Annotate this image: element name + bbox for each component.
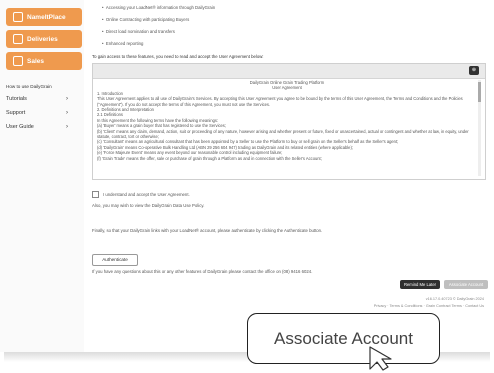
- tag-icon: [13, 12, 23, 22]
- feature-bullet: • Online Contracting with participating …: [102, 17, 190, 22]
- sidebar-link-support[interactable]: Support ›: [6, 110, 76, 116]
- sidebar-link-tutorials[interactable]: Tutorials ›: [6, 96, 76, 102]
- link-label: Tutorials: [6, 96, 27, 102]
- sidebar-card-nameitplace[interactable]: NameItPlace: [6, 8, 82, 26]
- scrollbar-thumb[interactable]: [478, 82, 481, 102]
- accept-label: I understand and accept the User Agreeme…: [103, 192, 190, 197]
- panel-toolbar: ⊕: [93, 64, 485, 79]
- chevron-right-icon: ›: [66, 96, 68, 102]
- footer-version: v16.17.0.40723 © DailyGrain 2024: [425, 297, 484, 301]
- chevron-right-icon: ›: [66, 124, 68, 130]
- sidebar-link-user-guide[interactable]: User Guide ›: [6, 124, 76, 130]
- feature-bullet: • Enhanced reporting: [102, 41, 144, 46]
- agreement-line: This User Agreement applies to all use o…: [97, 96, 463, 107]
- questions-text: If you have any questions about this or …: [92, 269, 313, 274]
- footer-links[interactable]: Privacy · Terms & Conditions · Grain Con…: [374, 304, 484, 308]
- policy-text: Also, you may wish to view the DailyGrai…: [92, 203, 205, 208]
- cart-icon: [13, 56, 23, 66]
- sidebar: NameItPlace Deliveries Sales How to use …: [0, 0, 84, 352]
- zoom-callout: Associate Account: [247, 313, 440, 364]
- sidebar-card-label: NameItPlace: [27, 13, 66, 21]
- agreement-panel: ⊕ DailyGrain Online Grain Trading Platfo…: [92, 63, 486, 180]
- chevron-right-icon: ›: [66, 110, 68, 116]
- truck-icon: [13, 34, 23, 44]
- app-window: NameItPlace Deliveries Sales How to use …: [0, 0, 494, 358]
- cursor-pointer-icon: [369, 346, 392, 371]
- sidebar-card-label: Deliveries: [27, 35, 58, 43]
- associate-account-button[interactable]: Associate Account: [444, 280, 488, 289]
- help-heading: How to use DailyGrain: [6, 84, 52, 89]
- feature-bullet: • Accessing your LoadNet® information th…: [102, 5, 216, 10]
- agreement-line: (f) 'Grain Trade' means the offer, sale …: [97, 155, 322, 161]
- final-text: Finally, so that your DailyGrain links w…: [92, 228, 323, 233]
- accept-row: I understand and accept the User Agreeme…: [92, 191, 190, 198]
- intro-text: To gain access to these features, you ne…: [92, 54, 264, 59]
- agreement-text[interactable]: DailyGrain Online Grain Trading Platform…: [97, 80, 477, 176]
- expand-button[interactable]: ⊕: [469, 66, 479, 75]
- link-label: Support: [6, 110, 26, 116]
- feature-bullet: • Direct load nomination and transfers: [102, 29, 175, 34]
- authenticate-button[interactable]: Authenticate: [92, 254, 138, 266]
- main-content: • Accessing your LoadNet® information th…: [90, 0, 490, 352]
- agreement-line: (b) 'Client' means any claim, demand, ac…: [97, 128, 469, 140]
- sidebar-card-sales[interactable]: Sales: [6, 52, 82, 70]
- accept-checkbox[interactable]: [92, 191, 99, 198]
- remind-later-button[interactable]: Remind Me Later: [400, 280, 440, 289]
- sidebar-card-deliveries[interactable]: Deliveries: [6, 30, 82, 48]
- sidebar-card-label: Sales: [27, 57, 44, 65]
- link-label: User Guide: [6, 124, 34, 130]
